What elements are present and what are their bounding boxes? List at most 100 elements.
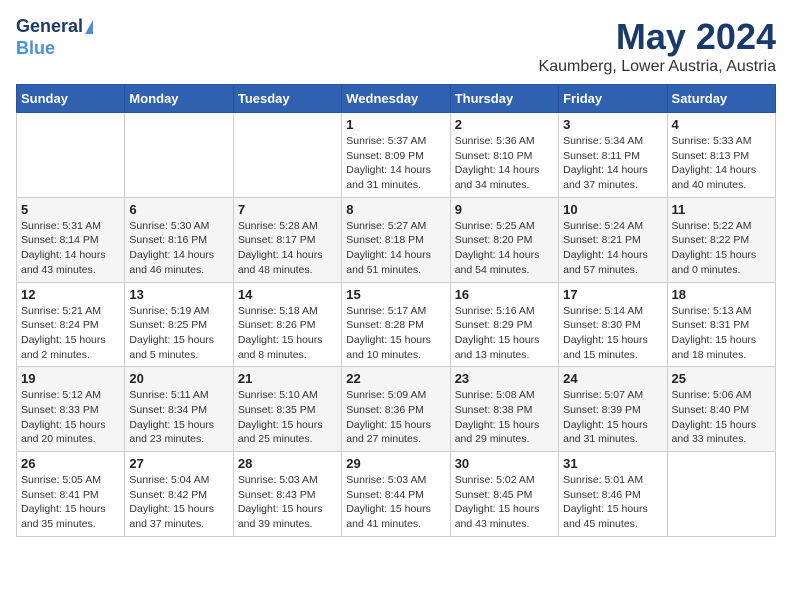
calendar-week-4: 19 Sunrise: 5:12 AM Sunset: 8:33 PM Dayli… [17,367,776,452]
calendar-cell [667,452,775,537]
day-info: Sunrise: 5:24 AM Sunset: 8:21 PM Dayligh… [563,219,662,278]
calendar-cell: 5 Sunrise: 5:31 AM Sunset: 8:14 PM Daylig… [17,197,125,282]
day-info: Sunrise: 5:33 AM Sunset: 8:13 PM Dayligh… [672,134,771,193]
calendar-cell: 28 Sunrise: 5:03 AM Sunset: 8:43 PM Dayli… [233,452,341,537]
day-info: Sunrise: 5:03 AM Sunset: 8:44 PM Dayligh… [346,473,445,532]
day-number: 28 [238,456,337,471]
calendar-week-5: 26 Sunrise: 5:05 AM Sunset: 8:41 PM Dayli… [17,452,776,537]
calendar-cell: 2Sunrise: 5:36 AM Sunset: 8:10 PM Daylig… [450,113,558,198]
day-number: 8 [346,202,445,217]
calendar-cell: 23Sunrise: 5:08 AM Sunset: 8:38 PM Dayli… [450,367,558,452]
day-info: Sunrise: 5:01 AM Sunset: 8:46 PM Dayligh… [563,473,662,532]
weekday-header-friday: Friday [559,85,667,113]
calendar-cell [125,113,233,198]
calendar-cell: 25 Sunrise: 5:06 AM Sunset: 8:40 PM Dayli… [667,367,775,452]
calendar-cell: 24 Sunrise: 5:07 AM Sunset: 8:39 PM Dayli… [559,367,667,452]
day-number: 17 [563,287,662,302]
day-number: 24 [563,371,662,386]
weekday-header-tuesday: Tuesday [233,85,341,113]
weekday-header-sunday: Sunday [17,85,125,113]
calendar-cell: 22 Sunrise: 5:09 AM Sunset: 8:36 PM Dayli… [342,367,450,452]
day-info: Sunrise: 5:16 AM Sunset: 8:29 PM Dayligh… [455,304,554,363]
calendar-cell: 14 Sunrise: 5:18 AM Sunset: 8:26 PM Dayli… [233,282,341,367]
day-info: Sunrise: 5:05 AM Sunset: 8:41 PM Dayligh… [21,473,120,532]
day-number: 22 [346,371,445,386]
calendar-cell: 7 Sunrise: 5:28 AM Sunset: 8:17 PM Daylig… [233,197,341,282]
calendar-cell: 17Sunrise: 5:14 AM Sunset: 8:30 PM Dayli… [559,282,667,367]
calendar-cell: 10 Sunrise: 5:24 AM Sunset: 8:21 PM Dayli… [559,197,667,282]
day-info: Sunrise: 5:13 AM Sunset: 8:31 PM Dayligh… [672,304,771,363]
day-info: Sunrise: 5:22 AM Sunset: 8:22 PM Dayligh… [672,219,771,278]
day-number: 14 [238,287,337,302]
logo-blue: Blue [16,38,55,60]
weekday-header-saturday: Saturday [667,85,775,113]
calendar-cell: 11 Sunrise: 5:22 AM Sunset: 8:22 PM Dayli… [667,197,775,282]
calendar-cell: 29 Sunrise: 5:03 AM Sunset: 8:44 PM Dayli… [342,452,450,537]
calendar-cell: 9Sunrise: 5:25 AM Sunset: 8:20 PM Daylig… [450,197,558,282]
day-number: 30 [455,456,554,471]
day-number: 16 [455,287,554,302]
calendar-week-2: 5 Sunrise: 5:31 AM Sunset: 8:14 PM Daylig… [17,197,776,282]
day-number: 5 [21,202,120,217]
day-info: Sunrise: 5:12 AM Sunset: 8:33 PM Dayligh… [21,388,120,447]
weekday-header-monday: Monday [125,85,233,113]
day-number: 20 [129,371,228,386]
calendar-cell: 27 Sunrise: 5:04 AM Sunset: 8:42 PM Dayli… [125,452,233,537]
day-number: 12 [21,287,120,302]
day-number: 15 [346,287,445,302]
calendar-cell: 20 Sunrise: 5:11 AM Sunset: 8:34 PM Dayli… [125,367,233,452]
calendar-cell [233,113,341,198]
calendar-cell: 30 Sunrise: 5:02 AM Sunset: 8:45 PM Dayli… [450,452,558,537]
day-info: Sunrise: 5:10 AM Sunset: 8:35 PM Dayligh… [238,388,337,447]
calendar-cell: 1 Sunrise: 5:37 AM Sunset: 8:09 PM Daylig… [342,113,450,198]
weekday-header-wednesday: Wednesday [342,85,450,113]
day-info: Sunrise: 5:37 AM Sunset: 8:09 PM Dayligh… [346,134,445,193]
logo-general: General [16,16,83,38]
day-info: Sunrise: 5:18 AM Sunset: 8:26 PM Dayligh… [238,304,337,363]
day-number: 25 [672,371,771,386]
calendar-cell: 4Sunrise: 5:33 AM Sunset: 8:13 PM Daylig… [667,113,775,198]
calendar-cell: 26 Sunrise: 5:05 AM Sunset: 8:41 PM Dayli… [17,452,125,537]
calendar-table: SundayMondayTuesdayWednesdayThursdayFrid… [16,84,776,537]
day-number: 7 [238,202,337,217]
day-number: 29 [346,456,445,471]
calendar-cell: 12 Sunrise: 5:21 AM Sunset: 8:24 PM Dayli… [17,282,125,367]
day-info: Sunrise: 5:02 AM Sunset: 8:45 PM Dayligh… [455,473,554,532]
day-number: 26 [21,456,120,471]
day-info: Sunrise: 5:11 AM Sunset: 8:34 PM Dayligh… [129,388,228,447]
calendar-cell: 18 Sunrise: 5:13 AM Sunset: 8:31 PM Dayli… [667,282,775,367]
title-block: May 2024 Kaumberg, Lower Austria, Austri… [539,16,776,76]
weekday-header-thursday: Thursday [450,85,558,113]
day-info: Sunrise: 5:07 AM Sunset: 8:39 PM Dayligh… [563,388,662,447]
day-info: Sunrise: 5:04 AM Sunset: 8:42 PM Dayligh… [129,473,228,532]
day-number: 19 [21,371,120,386]
day-number: 13 [129,287,228,302]
day-number: 31 [563,456,662,471]
calendar-week-1: 1 Sunrise: 5:37 AM Sunset: 8:09 PM Daylig… [17,113,776,198]
day-info: Sunrise: 5:19 AM Sunset: 8:25 PM Dayligh… [129,304,228,363]
calendar-cell: 19 Sunrise: 5:12 AM Sunset: 8:33 PM Dayli… [17,367,125,452]
day-info: Sunrise: 5:30 AM Sunset: 8:16 PM Dayligh… [129,219,228,278]
day-number: 27 [129,456,228,471]
day-info: Sunrise: 5:08 AM Sunset: 8:38 PM Dayligh… [455,388,554,447]
day-number: 10 [563,202,662,217]
day-info: Sunrise: 5:21 AM Sunset: 8:24 PM Dayligh… [21,304,120,363]
day-info: Sunrise: 5:06 AM Sunset: 8:40 PM Dayligh… [672,388,771,447]
day-number: 1 [346,117,445,132]
day-info: Sunrise: 5:09 AM Sunset: 8:36 PM Dayligh… [346,388,445,447]
day-info: Sunrise: 5:03 AM Sunset: 8:43 PM Dayligh… [238,473,337,532]
logo: General Blue [16,16,93,59]
day-info: Sunrise: 5:17 AM Sunset: 8:28 PM Dayligh… [346,304,445,363]
logo-icon [85,20,93,34]
calendar-week-3: 12 Sunrise: 5:21 AM Sunset: 8:24 PM Dayli… [17,282,776,367]
calendar-cell: 31 Sunrise: 5:01 AM Sunset: 8:46 PM Dayli… [559,452,667,537]
day-info: Sunrise: 5:28 AM Sunset: 8:17 PM Dayligh… [238,219,337,278]
day-info: Sunrise: 5:31 AM Sunset: 8:14 PM Dayligh… [21,219,120,278]
day-number: 11 [672,202,771,217]
calendar-cell: 15 Sunrise: 5:17 AM Sunset: 8:28 PM Dayli… [342,282,450,367]
calendar-cell: 16 Sunrise: 5:16 AM Sunset: 8:29 PM Dayli… [450,282,558,367]
day-info: Sunrise: 5:34 AM Sunset: 8:11 PM Dayligh… [563,134,662,193]
day-number: 18 [672,287,771,302]
day-number: 21 [238,371,337,386]
day-number: 3 [563,117,662,132]
